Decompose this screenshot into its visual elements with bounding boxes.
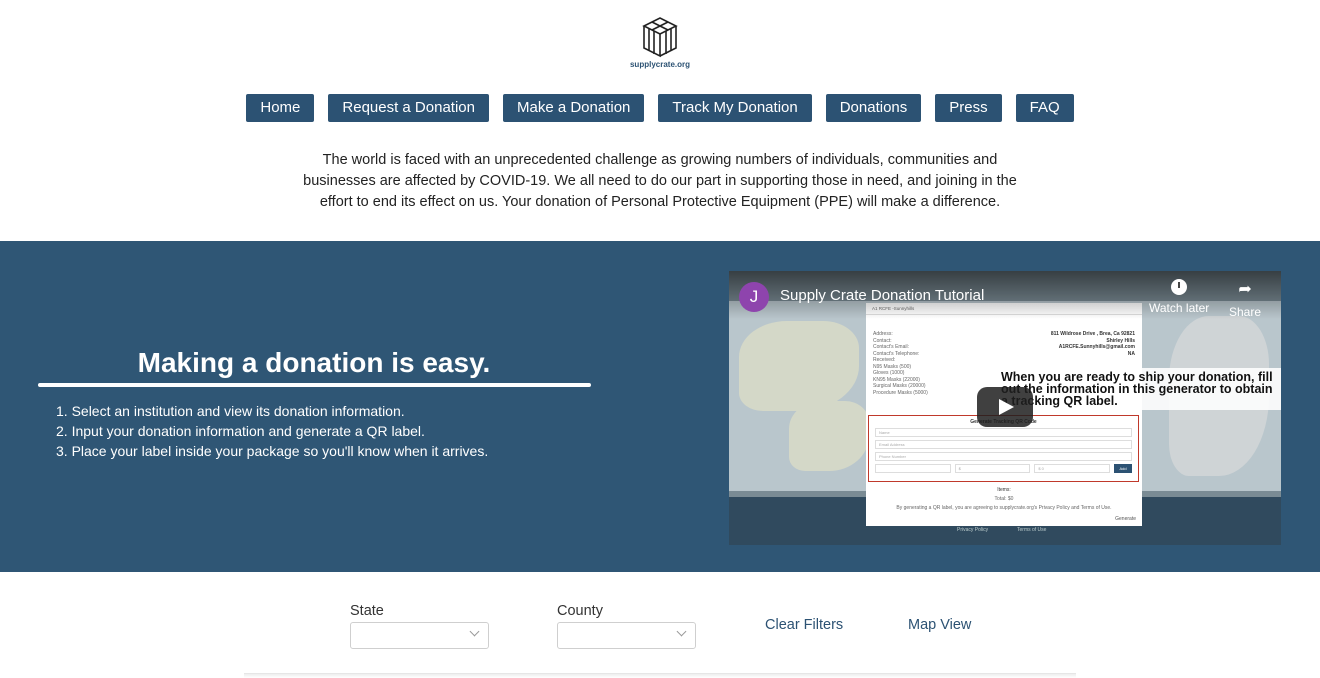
clock-icon <box>1171 279 1188 295</box>
title-divider <box>38 383 591 387</box>
site-logo[interactable]: supplycrate.org <box>627 14 693 80</box>
nav-make-donation-button[interactable]: Make a Donation <box>502 94 645 122</box>
state-select[interactable] <box>350 622 489 649</box>
tutorial-video-player[interactable]: Privacy Policy Terms of Use A1 RCFE -Sun… <box>729 271 1281 545</box>
nav-track-donation-button[interactable]: Track My Donation <box>658 94 812 122</box>
results-container-edge <box>244 673 1076 678</box>
video-caption-overlay: When you are ready to ship your donation… <box>997 368 1281 410</box>
nav-request-donation-button[interactable]: Request a Donation <box>328 94 489 122</box>
footer-terms-text: Terms of Use <box>1017 527 1047 533</box>
county-label: County <box>557 603 603 619</box>
clear-filters-link[interactable]: Clear Filters <box>765 617 843 633</box>
play-icon[interactable] <box>977 387 1033 427</box>
watch-later-label: Watch later <box>1149 301 1210 315</box>
intro-text: The world is faced with an unprecedented… <box>303 152 1017 210</box>
add-item-button: Add <box>1114 464 1133 473</box>
share-label: Share <box>1229 305 1262 319</box>
step-item: 2. Input your donation information and g… <box>56 423 425 439</box>
nav-donations-button[interactable]: Donations <box>825 94 922 122</box>
main-nav: Home Request a Donation Make a Donation … <box>0 94 1320 122</box>
share-arrow-icon: ➦ <box>1238 281 1252 298</box>
item-row: $ $ 0 Add <box>875 464 1133 473</box>
items-label: Items: <box>997 487 1011 493</box>
total-label: Total: $0 <box>994 496 1014 502</box>
step-item: 1. Select an institution and view its do… <box>56 403 405 419</box>
item-field <box>875 464 951 473</box>
footer-privacy-text: Privacy Policy <box>957 527 989 533</box>
step-item: 3. Place your label inside your package … <box>56 443 489 459</box>
share-button[interactable]: ➦ Share <box>1229 279 1261 319</box>
chevron-down-icon <box>676 626 687 637</box>
logo-text: supplycrate.org <box>629 60 690 69</box>
chevron-down-icon <box>469 626 480 637</box>
nav-faq-button[interactable]: FAQ <box>1015 94 1074 122</box>
email-field: Email Address <box>875 440 1132 449</box>
state-label: State <box>350 603 384 619</box>
generate-link: Generate <box>1115 516 1136 522</box>
phone-field: Phone Number <box>875 452 1132 461</box>
channel-avatar[interactable]: J <box>739 282 769 312</box>
county-select[interactable] <box>557 622 696 649</box>
name-field: Name <box>875 428 1132 437</box>
watch-later-button[interactable]: Watch later <box>1149 279 1209 315</box>
crate-logo-icon <box>642 17 678 58</box>
video-title[interactable]: Supply Crate Donation Tutorial <box>780 287 984 304</box>
qty-field: $ <box>954 464 1031 473</box>
nav-press-button[interactable]: Press <box>935 94 1002 122</box>
agree-text: By generating a QR label, you are agreei… <box>896 505 1112 511</box>
section-title: Making a donation is easy. <box>137 347 491 378</box>
panel-summary: Items: Total: $0 By generating a QR labe… <box>866 486 1142 513</box>
steps-list: 1. Select an institution and view its do… <box>56 401 488 461</box>
price-field: $ 0 <box>1034 464 1111 473</box>
how-it-works-section: Making a donation is easy. 1. Select an … <box>0 241 1320 572</box>
map-view-link[interactable]: Map View <box>908 617 971 633</box>
nav-home-button[interactable]: Home <box>246 94 315 122</box>
